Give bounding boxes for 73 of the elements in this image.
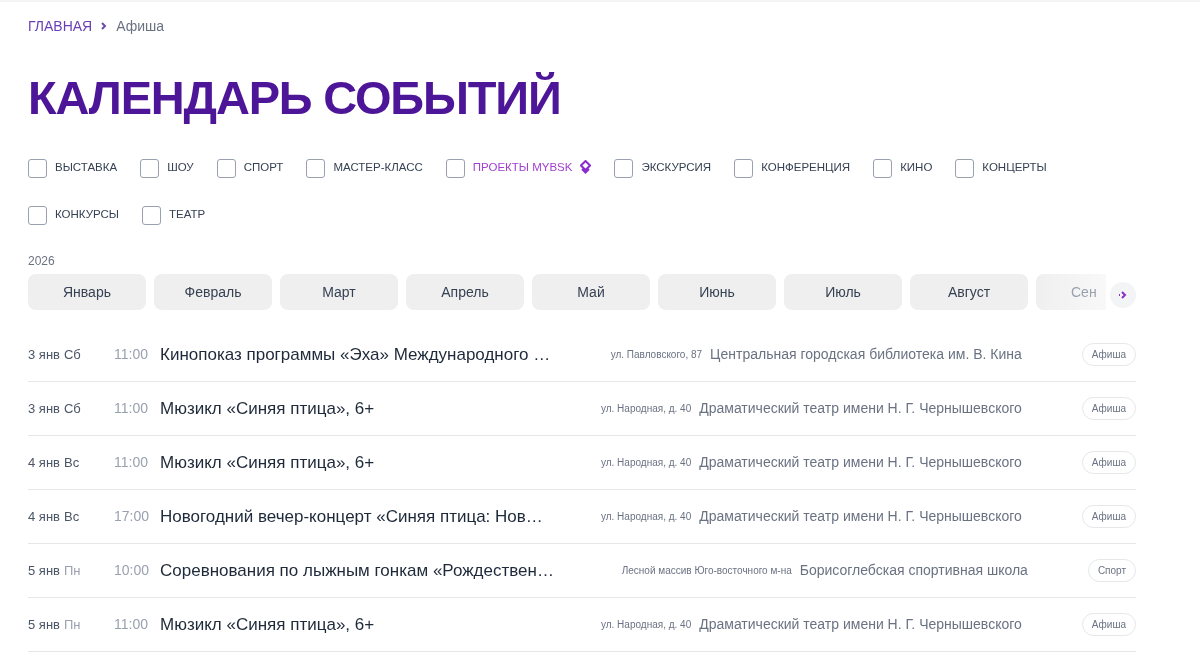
event-title[interactable]: Мюзикл «Синяя птица», 6+ bbox=[160, 395, 375, 422]
breadcrumb-link[interactable]: ГЛАВНАЯ bbox=[28, 15, 93, 37]
event-weekday: Вс bbox=[63, 507, 80, 526]
event-date: 4 янв bbox=[28, 507, 60, 526]
event-time: 11:00 bbox=[114, 399, 149, 418]
event-time: 10:00 bbox=[114, 561, 151, 580]
checkbox[interactable] bbox=[142, 205, 161, 225]
arrow-right-icon bbox=[1117, 289, 1129, 301]
event-time: 11:00 bbox=[114, 345, 149, 364]
event-address: ул. Павловского, 87 bbox=[610, 348, 703, 362]
filter-label: КОНФЕРЕНЦИЯ bbox=[761, 160, 851, 176]
event-time: 11:00 bbox=[114, 453, 149, 472]
event-weekday: Сб bbox=[63, 399, 81, 418]
event-address: ул. Народная, д. 40 bbox=[600, 618, 692, 632]
event-date: 3 янв bbox=[28, 399, 60, 418]
event-address: ул. Народная, д. 40 bbox=[600, 510, 692, 524]
checkbox[interactable] bbox=[28, 205, 47, 225]
event-weekday: Сб bbox=[63, 345, 81, 364]
event-date: 5 янв bbox=[28, 615, 60, 634]
filter-label: КОНКУРСЫ bbox=[55, 207, 119, 223]
filter-label: КОНЦЕРТЫ bbox=[982, 160, 1047, 176]
event-date: 3 янв bbox=[28, 345, 60, 364]
checkbox[interactable] bbox=[28, 158, 47, 178]
filter-label: ЭКСКУРСИЯ bbox=[641, 160, 712, 176]
event-title[interactable]: Соревнования по лыжным гонкам «Рождествен… bbox=[160, 557, 554, 584]
checkbox[interactable] bbox=[306, 158, 326, 178]
checkbox[interactable] bbox=[734, 158, 754, 178]
event-title[interactable]: Новогодний вечер-концерт «Синяя птица: Нов… bbox=[160, 503, 543, 530]
event-venue: Драматический театр имени Н. Г. Чернышевского bbox=[699, 507, 1022, 526]
filter-label: МАСТЕР-КЛАСС bbox=[333, 160, 423, 176]
event-title[interactable]: Кинопоказ программы «Эха» Международного … bbox=[160, 341, 551, 368]
event-address: ул. Народная, д. 40 bbox=[600, 402, 692, 416]
month-tab[interactable]: Май bbox=[532, 274, 650, 310]
breadcrumb-current: Афиша bbox=[116, 16, 165, 36]
event-venue: Центральная городская библиотека им. В. Кина bbox=[710, 345, 1022, 364]
event-venue: Драматический театр имени Н. Г. Чернышевского bbox=[699, 453, 1022, 472]
month-tab[interactable]: Июнь bbox=[658, 274, 776, 310]
event-title[interactable]: Мюзикл «Синяя птица», 6+ bbox=[160, 611, 375, 638]
filter-label: КИНО bbox=[900, 160, 933, 176]
checkbox[interactable] bbox=[873, 158, 893, 178]
month-tab[interactable]: Февраль bbox=[154, 274, 272, 310]
checkbox[interactable] bbox=[216, 158, 236, 178]
event-date: 4 янв bbox=[28, 453, 60, 472]
event-date: 5 янв bbox=[28, 561, 60, 580]
event-venue: Борисоглебская спортивная школа bbox=[799, 561, 1028, 580]
checkbox[interactable] bbox=[614, 158, 634, 178]
next-arrow-button[interactable] bbox=[1110, 282, 1136, 308]
filter-label: СПОРТ bbox=[243, 160, 284, 176]
event-weekday: Пн bbox=[63, 615, 81, 634]
filter-label: ПРОЕКТЫ MYBSK bbox=[472, 160, 573, 176]
event-time: 11:00 bbox=[114, 615, 149, 634]
event-address: Лесной массив Юго-восточного м-на bbox=[621, 564, 792, 578]
checkbox[interactable] bbox=[955, 158, 975, 178]
checkbox[interactable] bbox=[445, 158, 465, 178]
checkbox[interactable] bbox=[140, 158, 160, 178]
event-address: ул. Народная, д. 40 bbox=[600, 456, 692, 470]
filter-label: ШОУ bbox=[167, 160, 194, 176]
month-tab[interactable]: Август bbox=[910, 274, 1028, 310]
event-time: 17:00 bbox=[114, 507, 151, 526]
event-weekday: Пн bbox=[63, 561, 81, 580]
event-venue: Драматический театр имени Н. Г. Чернышевского bbox=[699, 615, 1022, 634]
filter-label: ВЫСТАВКА bbox=[55, 160, 118, 176]
filter-label: ТЕАТР bbox=[169, 207, 206, 223]
month-tab[interactable]: Апрель bbox=[406, 274, 524, 310]
month-tab[interactable]: Январь bbox=[28, 274, 146, 310]
event-venue: Драматический театр имени Н. Г. Чернышевского bbox=[699, 399, 1022, 418]
event-weekday: Вс bbox=[63, 453, 80, 472]
month-tab[interactable]: Март bbox=[280, 274, 398, 310]
diamond-logo-icon bbox=[580, 160, 592, 176]
chevron-icon bbox=[100, 22, 109, 30]
year-label: 2026 bbox=[28, 253, 56, 270]
event-title[interactable]: Мюзикл «Синяя птица», 6+ bbox=[160, 449, 375, 476]
month-tab[interactable]: Июль bbox=[784, 274, 902, 310]
